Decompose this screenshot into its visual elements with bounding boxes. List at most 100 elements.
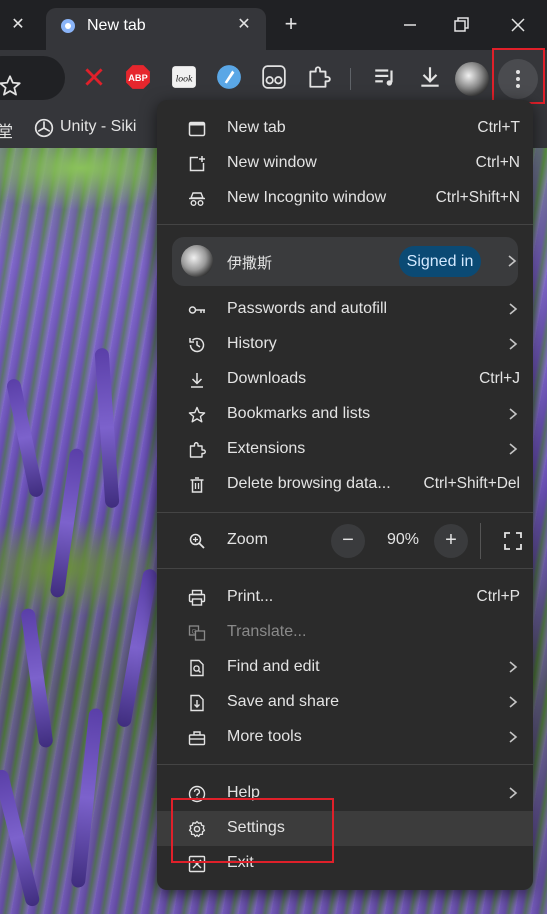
chevron-right-icon <box>509 303 518 315</box>
menu-item-find-and-edit[interactable]: Find and edit <box>157 650 533 685</box>
chevron-right-icon <box>509 787 518 799</box>
extensions-puzzle-icon[interactable] <box>306 64 332 90</box>
history-icon <box>189 337 205 353</box>
toolbox-icon <box>188 731 206 746</box>
menu-item-label: Print... <box>227 588 274 605</box>
trash-icon <box>190 477 204 493</box>
chevron-right-icon <box>509 731 518 743</box>
restore-icon[interactable] <box>449 13 473 37</box>
menu-item-shortcut: Ctrl+Shift+N <box>435 189 520 206</box>
zoom-out-button[interactable]: − <box>331 524 365 558</box>
svg-text:ABP: ABP <box>128 73 147 83</box>
look-extension-icon[interactable]: look <box>171 64 197 90</box>
menu-item-extensions[interactable]: Extensions <box>157 432 533 467</box>
find-icon <box>190 659 204 677</box>
chevron-right-icon <box>508 255 517 267</box>
menu-item-shortcut: Ctrl+Shift+Del <box>423 475 520 492</box>
star-icon <box>188 406 206 423</box>
zoom-divider <box>480 523 481 559</box>
new-tab-button[interactable]: + <box>279 13 303 37</box>
menu-item-new-window[interactable]: New window Ctrl+N <box>157 146 533 181</box>
zoom-icon <box>189 533 205 549</box>
download-icon <box>191 373 203 388</box>
menu-item-label: Downloads <box>227 370 307 387</box>
menu-item-label: Extensions <box>227 440 306 457</box>
menu-item-print[interactable]: Print... Ctrl+P <box>157 580 533 615</box>
menu-item-bookmarks[interactable]: Bookmarks and lists <box>157 397 533 432</box>
tab-strip: ✕ New tab ✕ + <box>0 0 547 50</box>
puzzle-icon <box>189 442 206 458</box>
chevron-right-icon <box>509 443 518 455</box>
zoom-level: 90% <box>386 531 420 548</box>
menu-separator <box>157 224 533 225</box>
chrome-main-menu: New tab Ctrl+T New window Ctrl+N New Inc… <box>157 100 533 890</box>
profile-name: 伊撒斯 <box>227 255 273 272</box>
close-window-icon[interactable] <box>506 13 530 37</box>
adblock-plus-icon[interactable]: ABP <box>125 64 151 90</box>
menu-item-shortcut: Ctrl+T <box>477 119 520 136</box>
chevron-right-icon <box>509 661 518 673</box>
menu-item-label: Save and share <box>227 693 340 710</box>
unity-logo-icon <box>34 118 54 138</box>
menu-item-label: New window <box>227 154 317 171</box>
svg-text:G: G <box>192 630 197 636</box>
downloads-toolbar-icon[interactable] <box>417 64 443 90</box>
menu-item-shortcut: Ctrl+N <box>475 154 520 171</box>
bookmark-item[interactable]: 堂 <box>0 118 13 142</box>
minimize-icon[interactable] <box>398 13 422 37</box>
chevron-right-icon <box>509 338 518 350</box>
profile-menu-avatar <box>181 245 213 277</box>
menu-item-translate: G Translate... <box>157 615 533 650</box>
bookmark-item[interactable]: Unity - Siki <box>60 118 136 136</box>
tampermonkey-icon[interactable] <box>261 64 287 90</box>
menu-item-shortcut: Ctrl+P <box>476 588 521 605</box>
menu-item-more-tools[interactable]: More tools <box>157 720 533 755</box>
settings-highlight <box>171 798 334 863</box>
media-queue-icon[interactable] <box>372 64 398 90</box>
menu-item-label: Translate... <box>227 623 307 640</box>
menu-item-label: More tools <box>227 728 302 745</box>
profile-avatar[interactable] <box>455 62 489 96</box>
signed-in-badge: Signed in <box>399 246 481 277</box>
menu-separator <box>157 568 533 569</box>
menu-separator <box>157 512 533 513</box>
profile-row[interactable]: 伊撒斯 Signed in <box>172 237 518 286</box>
menu-item-label: New tab <box>227 119 286 136</box>
key-icon <box>188 306 205 314</box>
tab-close-icon[interactable]: ✕ <box>232 13 256 37</box>
svg-text:look: look <box>176 73 193 84</box>
menu-item-new-tab[interactable]: New tab Ctrl+T <box>157 111 533 146</box>
menu-item-history[interactable]: History <box>157 327 533 362</box>
menu-item-label: History <box>227 335 277 352</box>
save-icon <box>190 694 204 712</box>
translate-icon: G <box>188 625 206 641</box>
address-bar[interactable] <box>0 56 65 100</box>
active-tab[interactable]: New tab ✕ <box>46 8 266 50</box>
menu-item-downloads[interactable]: Downloads Ctrl+J <box>157 362 533 397</box>
menu-item-save-and-share[interactable]: Save and share <box>157 685 533 720</box>
menu-item-label: Delete browsing data... <box>227 475 391 492</box>
menu-button-highlight <box>492 48 545 104</box>
zoom-in-button[interactable]: + <box>434 524 468 558</box>
red-x-extension-icon[interactable] <box>81 64 107 90</box>
new-window-icon <box>189 156 205 172</box>
print-icon <box>188 589 206 606</box>
new-tab-icon <box>188 121 206 137</box>
menu-item-new-incognito[interactable]: New Incognito window Ctrl+Shift+N <box>157 181 533 216</box>
fullscreen-icon[interactable] <box>503 531 523 551</box>
menu-item-label: Find and edit <box>227 658 320 675</box>
menu-separator <box>157 764 533 765</box>
menu-item-shortcut: Ctrl+J <box>479 370 520 387</box>
toolbar-divider <box>350 68 351 90</box>
reader-extension-icon[interactable] <box>216 64 242 90</box>
incognito-icon <box>189 192 205 206</box>
chevron-right-icon <box>509 696 518 708</box>
menu-item-passwords[interactable]: Passwords and autofill <box>157 292 533 327</box>
chevron-right-icon <box>509 408 518 420</box>
bookmark-star-icon[interactable] <box>0 73 23 99</box>
zoom-label: Zoom <box>227 531 268 548</box>
prev-tab-close-icon[interactable]: ✕ <box>6 13 30 37</box>
menu-item-delete-browsing-data[interactable]: Delete browsing data... Ctrl+Shift+Del <box>157 467 533 502</box>
zoom-row: Zoom − 90% + <box>157 521 533 561</box>
menu-item-label: Passwords and autofill <box>227 300 388 317</box>
